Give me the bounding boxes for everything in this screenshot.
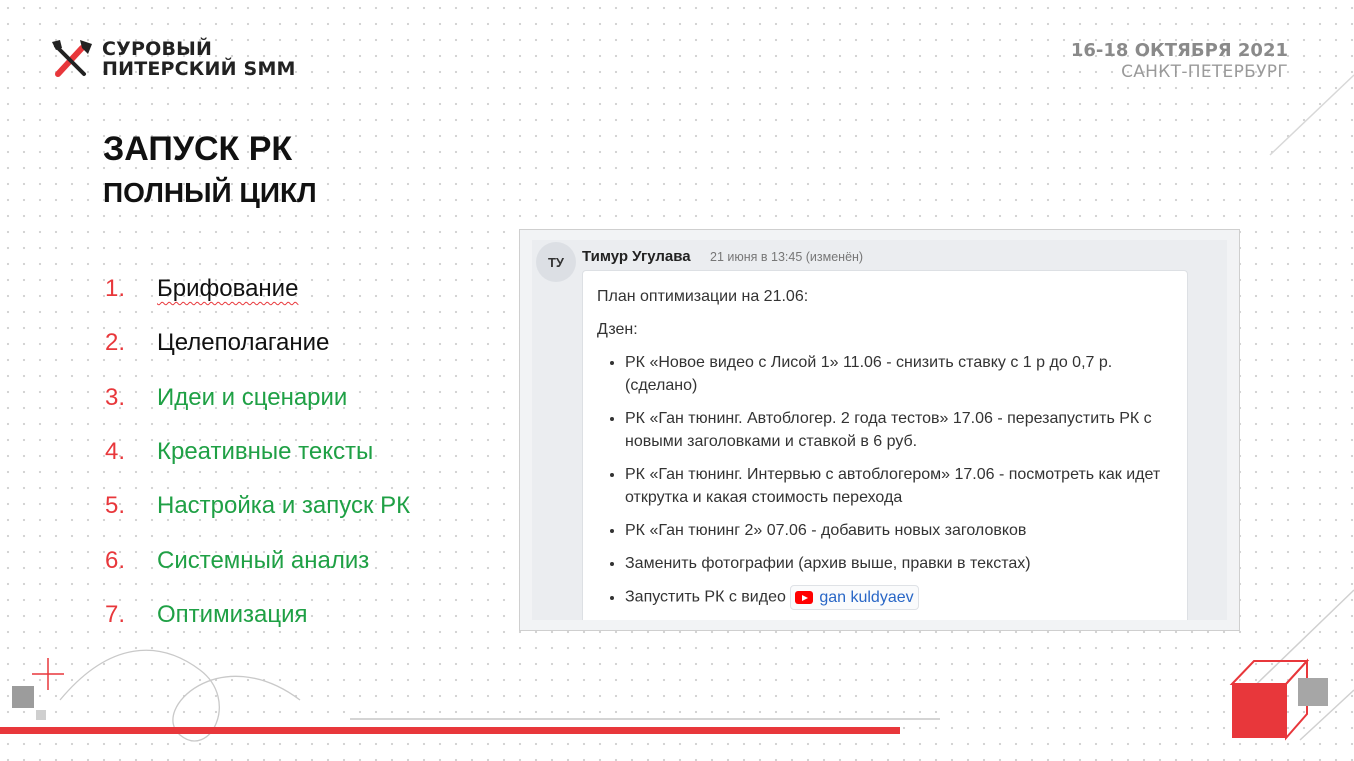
video-link-text: gan kuldyaev [819,589,914,606]
step-number: 7. [105,600,126,628]
logo-text: СУРОВЫЙ ПИТЕРСКИЙ SMM [102,39,296,79]
logo-line-2: ПИТЕРСКИЙ SMM [102,58,296,80]
step-text: Брифование [157,275,299,303]
avatar[interactable]: ТУ [536,242,576,282]
message-author[interactable]: Тимур Угулава [582,248,691,265]
step-text: Настройка и запуск РК [157,492,411,520]
step-text: Целеполагание [157,329,330,357]
step-item: 1. Брифование [105,262,410,316]
list-item: Запустить РК с видео gan kuldyaev [625,585,1173,610]
step-number: 3. [105,383,126,411]
steps-list: 1. Брифование 2. Целеполагание 3. Идеи и сц… [105,262,410,642]
step-number: 4. [105,438,126,466]
step-text: Системный анализ [157,546,370,574]
step-text: Оптимизация [157,600,308,628]
step-text: Креативные тексты [157,438,374,466]
logo: СУРОВЫЙ ПИТЕРСКИЙ SMM [48,36,296,82]
step-item: 7. Оптимизация [105,588,410,642]
message-screenshot: ТУ Тимур Угулава 21 июня в 13:45 (изменё… [519,229,1240,631]
slide-title: ЗАПУСК РК [103,130,293,168]
list-item: РК «Ган тюнинг. Интервью с автоблогером»… [625,463,1173,509]
step-number: 6. [105,546,126,574]
step-item: 3. Идеи и сценарии [105,371,410,425]
message-time: 21 июня в 13:45 (изменён) [710,250,864,264]
message-section: Дзен: [597,321,638,338]
step-text: Идеи и сценарии [157,383,348,411]
logo-line-1: СУРОВЫЙ [102,38,213,60]
step-item: 6. Системный анализ [105,533,410,587]
slide-subtitle: ПОЛНЫЙ ЦИКЛ [103,177,317,208]
message-thread: ТУ Тимур Угулава 21 июня в 13:45 (изменё… [532,240,1227,620]
video-link[interactable]: gan kuldyaev [790,585,919,610]
message-items: РК «Новое видео с Лисой 1» 11.06 - снизи… [597,351,1173,610]
list-item: РК «Новое видео с Лисой 1» 11.06 - снизи… [625,351,1173,397]
step-item: 2. Целеполагание [105,316,410,370]
list-item-text: Запустить РК с видео [625,588,786,606]
event-city: САНКТ-ПЕТЕРБУРГ [1121,62,1288,82]
event-info: 16-18 ОКТЯБРЯ 2021 САНКТ-ПЕТЕРБУРГ [1071,40,1288,82]
step-item: 4. Креативные тексты [105,425,410,479]
step-item: 5. Настройка и запуск РК [105,479,410,533]
step-number: 5. [105,492,126,520]
crossed-tools-icon [52,40,92,77]
list-item: РК «Ган тюнинг. Автоблогер. 2 года тесто… [625,407,1173,453]
step-number: 2. [105,329,126,357]
message-intro: План оптимизации на 21.06: [597,288,809,305]
message-body: План оптимизации на 21.06: Дзен: РК «Нов… [582,270,1188,620]
youtube-icon [795,591,814,604]
list-item: РК «Ган тюнинг 2» 07.06 - добавить новых… [625,519,1173,542]
event-dates: 16-18 ОКТЯБРЯ 2021 [1070,40,1288,61]
list-item: Заменить фотографии (архив выше, правки … [625,552,1173,575]
step-number: 1. [105,275,126,303]
